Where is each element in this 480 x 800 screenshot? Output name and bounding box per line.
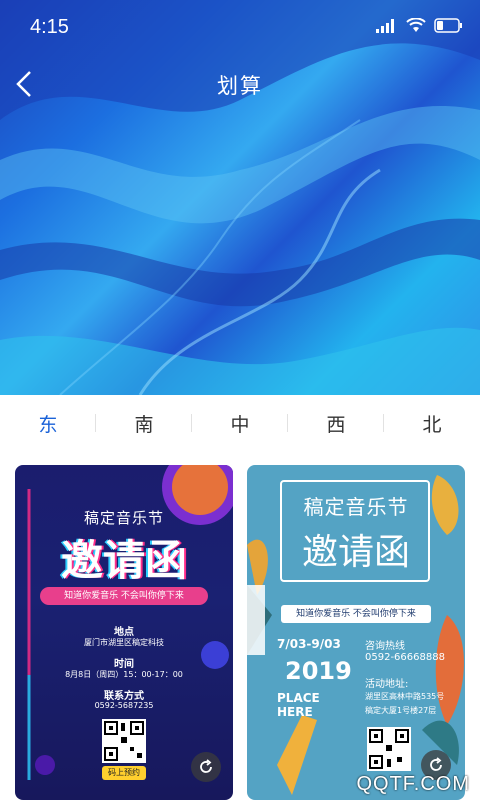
page-title: 划算 <box>217 74 263 98</box>
time-value: 8月8日（周四）15：00-17：00 <box>65 670 183 679</box>
poster-subtitle: 稿定音乐节 <box>83 509 164 527</box>
event-year: 2019 <box>285 657 352 685</box>
wifi-icon <box>406 18 426 32</box>
template-card-music-invite-blue[interactable]: 稿定音乐节 邀请函 知道你爱音乐 不会叫你停下来 7/03-9/03 2019 … <box>247 465 465 800</box>
poster-title: 邀请函 <box>301 532 410 573</box>
template-card-music-invite-dark[interactable]: 稿定音乐节 邀请函 知道你爱音乐 不会叫你停下来 地点 厦门市湖里区稿定科技 时… <box>15 465 233 800</box>
address-line-1: 湖里区高林中路535号 <box>365 692 445 701</box>
tab-west[interactable]: 西 <box>288 398 384 448</box>
poster-tagline: 知道你爱音乐 不会叫你停下来 <box>40 587 208 605</box>
tab-south[interactable]: 南 <box>96 398 192 448</box>
location-label: 地点 <box>114 627 134 638</box>
address-label: 活动地址: <box>365 679 409 690</box>
event-place: PLACE HERE <box>277 691 320 719</box>
poster-tagline: 知道你爱音乐 不会叫你停下来 <box>281 605 431 623</box>
event-dates: 7/03-9/03 <box>277 637 341 651</box>
hotline-value: 0592-66668888 <box>365 652 445 663</box>
cellular-signal-icon <box>376 18 394 33</box>
replace-template-button[interactable] <box>191 752 221 782</box>
region-tabs: 东 南 中 西 北 <box>0 398 480 448</box>
hotline-label: 咨询热线 <box>365 641 405 652</box>
qr-code <box>367 727 411 771</box>
qr-code <box>102 719 146 763</box>
status-time: 4:15 <box>30 16 69 38</box>
address-line-2: 稿定大厦1号楼27层 <box>365 706 437 715</box>
refresh-icon <box>430 757 442 771</box>
contact-value: 0592-5687235 <box>94 701 154 710</box>
poster-subtitle: 稿定音乐节 <box>303 495 409 519</box>
time-label: 时间 <box>114 659 134 670</box>
hero-banner: 4:15 划算 <box>0 0 480 395</box>
battery-icon <box>434 18 462 33</box>
site-watermark: QQTF.COM <box>356 773 470 795</box>
abstract-wave-background <box>0 0 480 395</box>
contact-label: 联系方式 <box>104 691 144 702</box>
refresh-icon <box>200 759 212 773</box>
tab-center[interactable]: 中 <box>192 398 288 448</box>
qr-caption: 码上预约 <box>102 766 146 780</box>
location-value: 厦门市湖里区稿定科技 <box>84 638 164 647</box>
nav-bar: 划算 <box>0 62 480 108</box>
poster-title: 邀请函 <box>60 536 187 585</box>
tab-east[interactable]: 东 <box>0 398 96 448</box>
status-bar: 4:15 <box>0 0 480 56</box>
tab-north[interactable]: 北 <box>384 398 480 448</box>
